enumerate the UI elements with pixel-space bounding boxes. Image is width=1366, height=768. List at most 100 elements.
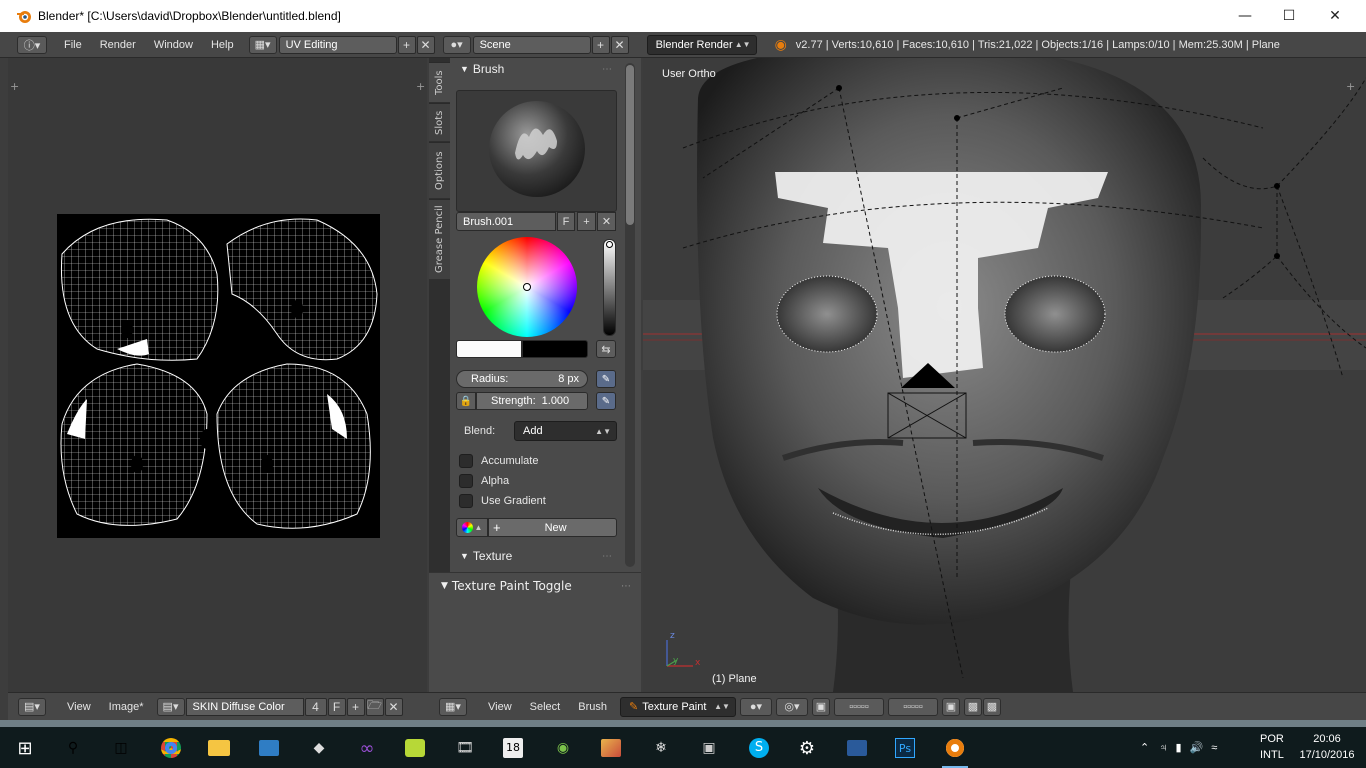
panel-drag-handle-icon[interactable]: ⋯ [602, 64, 612, 75]
uv-menu-image[interactable]: Image* [100, 701, 153, 713]
brush-panel-header[interactable]: ▼ Brush [460, 62, 504, 76]
tab-tools[interactable]: Tools [429, 62, 450, 102]
swap-colors-icon[interactable]: ⇆ [596, 340, 616, 358]
skype-icon[interactable]: S [746, 735, 772, 761]
radius-field[interactable]: Radius: 8 px [456, 370, 588, 388]
calendar-18-icon[interactable]: 18 [500, 735, 526, 761]
input-language[interactable]: POR INTL [1260, 731, 1284, 763]
settings-icon[interactable]: ⚙ [794, 735, 820, 761]
view3d-menu-select[interactable]: Select [521, 701, 570, 713]
viewport-shading-dropdown[interactable]: ●▾ [739, 697, 772, 716]
region-expand-right-icon[interactable]: + [416, 80, 425, 93]
tab-options[interactable]: Options [429, 142, 450, 198]
layout-name-field[interactable]: UV Editing [278, 35, 397, 54]
use-gradient-checkbox[interactable] [459, 494, 473, 508]
android-icon[interactable]: ◉ [550, 735, 576, 761]
photoshop-icon[interactable]: Ps [892, 735, 918, 761]
editor-type-image-button[interactable]: ▤▾ [18, 697, 46, 716]
scene-browse-button[interactable]: ●▾ [442, 35, 471, 54]
uv-texture-image[interactable] [57, 214, 380, 538]
panel-drag-handle-icon[interactable]: ⋯ [621, 581, 631, 592]
layout-add-button[interactable]: + [397, 35, 416, 54]
blender-icon[interactable] [942, 735, 968, 761]
brush-remove-button[interactable]: ✕ [597, 212, 616, 231]
value-slider[interactable] [603, 239, 616, 336]
unity-icon[interactable]: ◆ [306, 735, 332, 761]
menu-render[interactable]: Render [91, 39, 145, 51]
monitor-icon[interactable]: ▣ [696, 735, 722, 761]
image-fake-user-button[interactable]: F [327, 697, 346, 716]
image-name-field[interactable]: SKIN Diffuse Color [185, 697, 304, 716]
mode-dropdown[interactable]: ✎ Texture Paint ▲▼ [619, 696, 736, 717]
tab-slots[interactable]: Slots [429, 103, 450, 141]
render-animation-icon[interactable]: ▩ [982, 697, 1001, 716]
minimize-icon[interactable]: — [1222, 0, 1268, 32]
lock-icon[interactable]: 🔒 [456, 392, 476, 410]
view3d-menu-brush[interactable]: Brush [569, 701, 616, 713]
blend-mode-dropdown[interactable]: Add ▲▼ [514, 421, 617, 441]
face-mask-toggle-icon[interactable]: ▣ [811, 697, 830, 716]
media-icon[interactable] [844, 735, 870, 761]
scene-name-field[interactable]: Scene [472, 35, 591, 54]
radius-pressure-icon[interactable]: ✎ [596, 370, 616, 388]
tab-grease-pencil[interactable]: Grease Pencil [429, 199, 450, 279]
image-new-button[interactable]: + [346, 697, 365, 716]
wifi-icon[interactable]: ≈ [1211, 742, 1217, 754]
render-engine-dropdown[interactable]: Blender Render ▲▼ [646, 34, 757, 55]
layers-group-1[interactable]: ▫▫▫▫▫ [833, 697, 884, 716]
volume-icon[interactable]: 🔊 [1190, 741, 1204, 754]
new-palette-button[interactable]: + New [488, 518, 617, 537]
scene-add-button[interactable]: + [591, 35, 610, 54]
accumulate-checkbox[interactable] [459, 454, 473, 468]
windows-start-icon[interactable]: ⊞ [12, 735, 38, 761]
secondary-color-swatch[interactable] [522, 340, 588, 358]
tool-shelf-scrollbar[interactable] [625, 63, 635, 567]
maximize-icon[interactable]: ☐ [1266, 0, 1312, 32]
brush-add-button[interactable]: + [577, 212, 596, 231]
layout-browse-button[interactable]: ▦▾ [248, 35, 277, 54]
paint-icon[interactable] [598, 735, 624, 761]
menu-file[interactable]: File [55, 39, 91, 51]
movie-icon[interactable]: 🎞 [452, 735, 478, 761]
menu-window[interactable]: Window [145, 39, 202, 51]
menu-help[interactable]: Help [202, 39, 243, 51]
people-icon[interactable]: ♃ [1159, 742, 1167, 754]
brush-name-field[interactable]: Brush.001 [456, 212, 556, 231]
scene-remove-button[interactable]: ✕ [610, 35, 629, 54]
contacts-icon[interactable] [256, 735, 282, 761]
primary-color-swatch[interactable] [456, 340, 522, 358]
toad-icon[interactable] [402, 735, 428, 761]
image-open-icon[interactable]: 🗁 [365, 697, 384, 716]
clock[interactable]: 20:06 17/10/2016 [1298, 731, 1356, 763]
3d-viewport[interactable]: User Ortho (1) Plane z y x + [643, 58, 1366, 692]
region-expand-right-icon[interactable]: + [1346, 80, 1355, 93]
layout-remove-button[interactable]: ✕ [416, 35, 435, 54]
editor-type-3d-button[interactable]: ▦▾ [439, 697, 467, 716]
texture-paint-toggle-header[interactable]: ▼ Texture Paint Toggle [441, 579, 572, 593]
search-icon[interactable]: ⚲ [60, 735, 86, 761]
render-image-icon[interactable]: ▩ [963, 697, 982, 716]
color-wheel[interactable] [477, 237, 577, 337]
palette-browse-button[interactable]: ▲ [456, 518, 488, 537]
brush-fake-user-button[interactable]: F [557, 212, 575, 231]
task-view-icon[interactable]: ◫ [108, 735, 134, 761]
image-unlink-button[interactable]: ✕ [384, 697, 403, 716]
view3d-menu-view[interactable]: View [479, 701, 521, 713]
alpha-checkbox[interactable] [459, 474, 473, 488]
strength-pressure-icon[interactable]: ✎ [596, 392, 616, 410]
brush-preview-tile[interactable] [456, 90, 617, 212]
pivot-point-dropdown[interactable]: ◎▾ [775, 697, 808, 716]
battery-icon[interactable]: ▮ [1175, 741, 1181, 754]
tray-chevron-icon[interactable]: ⌃ [1140, 741, 1149, 754]
image-browse-button[interactable]: ▤▾ [156, 697, 185, 716]
region-expand-left-icon[interactable]: + [10, 80, 19, 93]
panel-drag-handle-icon[interactable]: ⋯ [602, 551, 612, 562]
editor-type-info-button[interactable]: ⓘ▾ [17, 35, 47, 54]
visual-studio-icon[interactable]: ∞ [354, 735, 380, 761]
chrome-icon[interactable] [158, 735, 184, 761]
app-icon[interactable]: ❄ [648, 735, 674, 761]
layer-lock-icon[interactable]: ▣ [941, 697, 960, 716]
strength-field[interactable]: Strength: 1.000 [476, 392, 588, 410]
file-explorer-icon[interactable] [206, 735, 232, 761]
color-picker-cursor[interactable] [523, 283, 531, 291]
